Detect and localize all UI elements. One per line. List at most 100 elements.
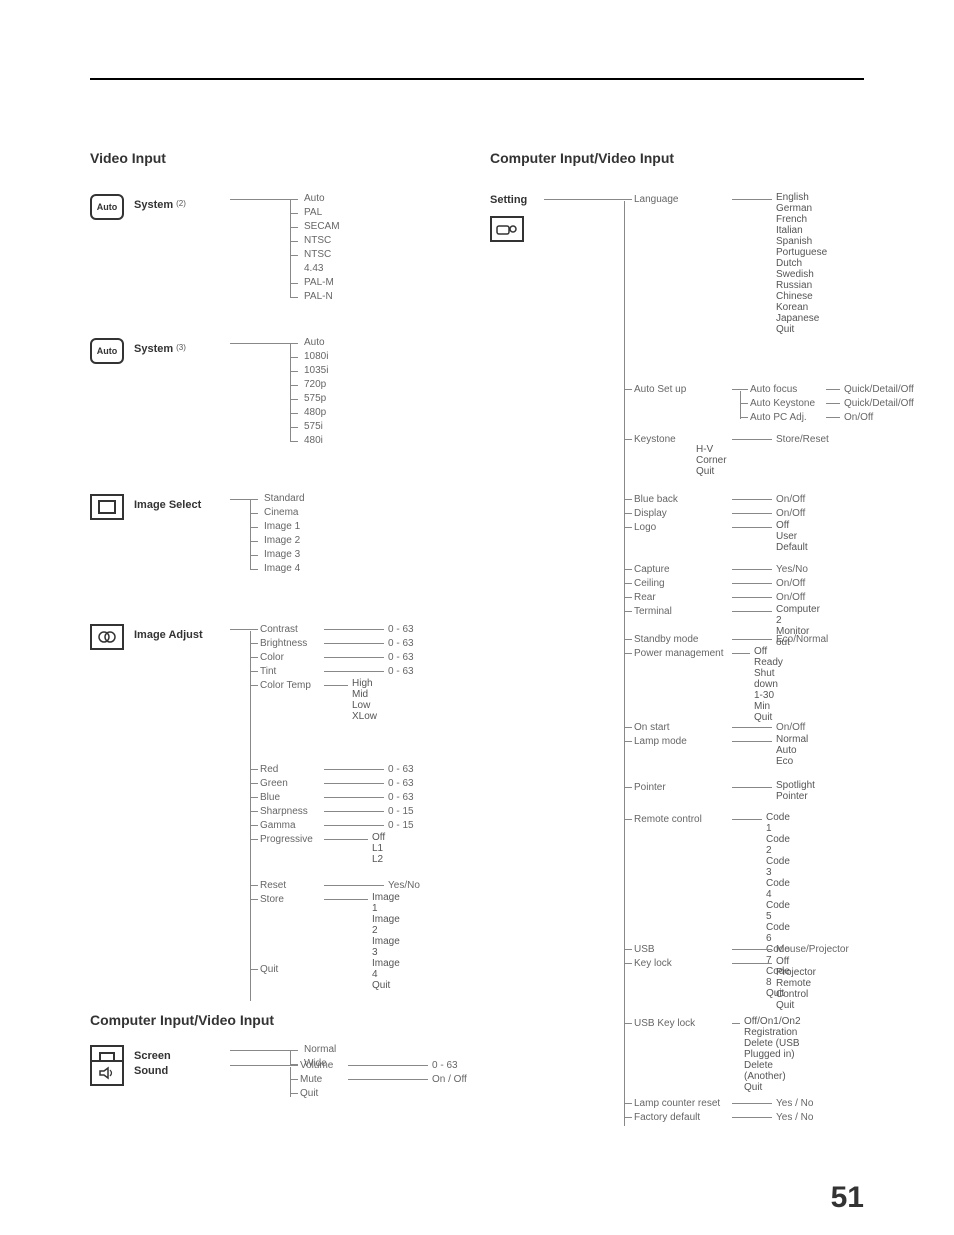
system3-note: (3): [176, 343, 186, 352]
tree-leaf: Quit: [372, 980, 400, 991]
tree-leaf: German: [776, 203, 827, 214]
sound-row: Sound Volume0 - 63MuteOn / OffQuit: [90, 1060, 490, 1086]
image-select-icon: [90, 494, 124, 520]
tree-leaf: Remote Control: [776, 978, 816, 1000]
tree-leaf: Shut down: [754, 668, 783, 690]
setting-icon: [490, 216, 524, 242]
tree-leaf: NTSC: [296, 234, 340, 248]
setting-label: Setting: [490, 194, 544, 206]
tree-row: Lamp counter resetYes / No: [624, 1098, 813, 1109]
tree-leaf: Quit: [744, 1082, 801, 1093]
image-select-row: Image Select StandardCinemaImage 1Image …: [90, 494, 470, 520]
tree-row: Contrast0 - 63: [250, 624, 414, 635]
tree-leaf: Portuguese: [776, 247, 827, 258]
tree-row: Auto PC Adj.On/Off: [740, 412, 873, 423]
tree-leaf: Cinema: [256, 506, 305, 520]
tree-leaf: Quit: [776, 1000, 816, 1011]
tree-leaf: Image 1: [372, 892, 400, 914]
setting-row: Setting LanguageEnglishGermanFrenchItali…: [490, 194, 880, 242]
system3-row: Auto System (3) Auto1080i1035i720p575p48…: [90, 338, 470, 364]
system3-label: System: [134, 343, 173, 355]
tree-row: Green0 - 63: [250, 778, 414, 789]
tree-row: DisplayOn/Off: [624, 508, 805, 519]
tree-leaf: NTSC 4.43: [296, 248, 340, 276]
tree-leaf: Image 4: [372, 958, 400, 980]
tree-leaf: Computer 2: [776, 604, 820, 626]
tree-leaf: Off: [776, 956, 816, 967]
tree-leaf: Delete (USB Plugged in): [744, 1038, 801, 1060]
tree-leaf: 1080i: [296, 350, 328, 364]
tree-row: Factory defaultYes / No: [624, 1112, 813, 1123]
tree-leaf: Auto: [776, 745, 808, 756]
tree-leaf: Image 3: [256, 548, 305, 562]
tree-leaf: L1: [372, 843, 385, 854]
tree-leaf: Image 2: [256, 534, 305, 548]
tree-row: Language: [624, 194, 772, 205]
page-number: 51: [831, 1181, 864, 1215]
tree-leaf: Delete (Another): [744, 1060, 801, 1082]
tree-row: USB Key lock: [624, 1018, 740, 1029]
tree-leaf: Auto: [296, 336, 328, 350]
tree-leaf: Low: [352, 700, 377, 711]
tree-leaf: Quit: [696, 466, 727, 477]
tree-leaf: Normal: [776, 734, 808, 745]
tree-leaf: Pointer: [776, 791, 815, 802]
tree-row: USBMouse/Projector: [624, 944, 849, 955]
tree-leaf: Korean: [776, 302, 827, 313]
tree-leaf: Mid: [352, 689, 377, 700]
tree-row: Blue backOn/Off: [624, 494, 805, 505]
tree-leaf: Dutch: [776, 258, 827, 269]
tree-leaf: PAL-M: [296, 276, 340, 290]
tree-leaf: Code 5: [766, 900, 790, 922]
tree-leaf: Code 1: [766, 812, 790, 834]
tree-leaf: Off/On1/On2: [744, 1016, 801, 1027]
tree-row: Key lock: [624, 958, 772, 969]
system2-label: System: [134, 199, 173, 211]
tree-leaf: 1-30 Min: [754, 690, 783, 712]
tree-leaf: Italian: [776, 225, 827, 236]
top-rule: [90, 78, 864, 80]
tree-leaf: User: [776, 531, 808, 542]
sound-section-title: Computer Input/Video Input: [90, 1012, 274, 1028]
tree-leaf: French: [776, 214, 827, 225]
system2-row: Auto System (2) AutoPALSECAMNTSCNTSC 4.4…: [90, 194, 470, 220]
tree-row: Volume0 - 63: [290, 1060, 458, 1071]
tree-leaf: L2: [372, 854, 385, 865]
image-adjust-row: Image Adjust Contrast0 - 63Brightness0 -…: [90, 624, 470, 650]
tree-leaf: Projector: [776, 967, 816, 978]
setting-section-title: Computer Input/Video Input: [490, 150, 674, 166]
tree-leaf: Code 3: [766, 856, 790, 878]
tree-row: Lamp mode: [624, 736, 772, 747]
sound-icon: [90, 1060, 124, 1086]
tree-row: Power management: [624, 648, 750, 659]
system2-note: (2): [176, 199, 186, 208]
tree-row: Auto Set up: [624, 384, 740, 395]
tree-row: On startOn/Off: [624, 722, 805, 733]
tree-leaf: Standard: [256, 492, 305, 506]
tree-leaf: Image 3: [372, 936, 400, 958]
tree-leaf: Corner: [696, 455, 727, 466]
tree-leaf: Off: [372, 832, 385, 843]
tree-leaf: Russian: [776, 280, 827, 291]
tree-row: CaptureYes/No: [624, 564, 808, 575]
tree-leaf: Code 2: [766, 834, 790, 856]
tree-row: Color0 - 63: [250, 652, 414, 663]
tree-leaf: Code 4: [766, 878, 790, 900]
tree-row: Red0 - 63: [250, 764, 414, 775]
auto-icon-2: Auto: [90, 338, 124, 364]
tree-leaf: 1035i: [296, 364, 328, 378]
video-input-title: Video Input: [90, 150, 166, 166]
tree-leaf: Ready: [754, 657, 783, 668]
tree-leaf: PAL: [296, 206, 340, 220]
tree-row: Blue0 - 63: [250, 792, 414, 803]
tree-leaf: Japanese: [776, 313, 827, 324]
tree-leaf: High: [352, 678, 377, 689]
tree-leaf: PAL-N: [296, 290, 340, 304]
tree-row: Gamma0 - 15: [250, 820, 414, 831]
tree-leaf: Eco: [776, 756, 808, 767]
tree-row: Auto KeystoneQuick/Detail/Off: [740, 398, 914, 409]
tree-row: CeilingOn/Off: [624, 578, 805, 589]
tree-row: Pointer: [624, 782, 772, 793]
tree-leaf: 575p: [296, 392, 328, 406]
tree-leaf: Image 4: [256, 562, 305, 576]
